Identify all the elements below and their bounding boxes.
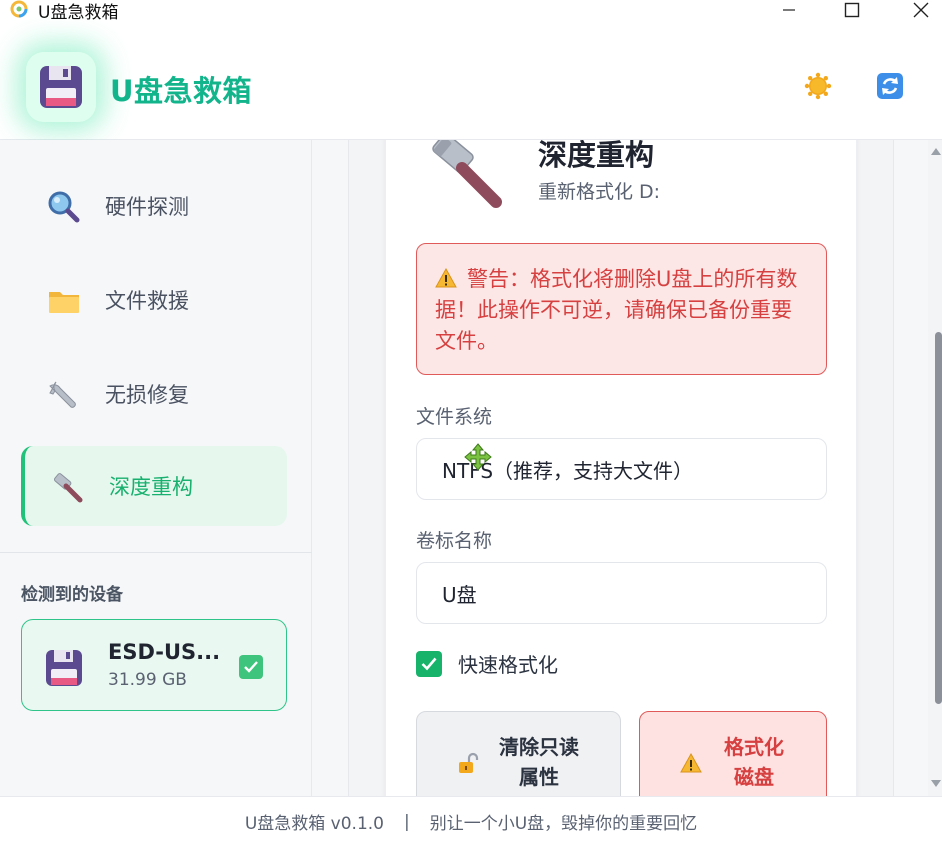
warning-box: 警告：格式化将删除U盘上的所有数据！此操作不可逆，请确保已备份重要文件。 bbox=[416, 243, 827, 375]
device-size: 31.99 GB bbox=[108, 670, 187, 690]
app-small-logo-icon bbox=[10, 0, 28, 18]
warning-message: 警告：格式化将删除U盘上的所有数据！此操作不可逆，请确保已备份重要文件。 bbox=[435, 267, 798, 353]
warning-icon bbox=[680, 752, 702, 773]
footer-separator: | bbox=[403, 811, 410, 832]
devices-heading: 检测到的设备 bbox=[21, 585, 123, 605]
clear-readonly-button[interactable]: 清除只读 属性 bbox=[416, 711, 621, 796]
device-card[interactable]: ESD-US... 31.99 GB bbox=[21, 619, 287, 711]
filesystem-label: 文件系统 bbox=[416, 406, 493, 428]
quick-format-label: 快速格式化 bbox=[458, 653, 558, 677]
scroll-down-arrow-icon[interactable] bbox=[931, 780, 941, 787]
app-header: U盘急救箱 bbox=[0, 30, 942, 140]
format-disk-label: 格式化 磁盘 bbox=[724, 735, 784, 789]
sidebar-item-label: 硬件探测 bbox=[105, 195, 189, 219]
window-titlebar: U盘急救箱 bbox=[0, 0, 942, 30]
close-button[interactable] bbox=[898, 0, 942, 20]
magnifier-icon bbox=[47, 190, 81, 224]
app-logo bbox=[26, 52, 96, 122]
minimize-button[interactable] bbox=[766, 0, 812, 20]
app-title: U盘急救箱 bbox=[110, 74, 253, 108]
sidebar-item-deep-rebuild[interactable]: 深度重构 bbox=[21, 446, 287, 526]
sidebar-item-hardware-detect[interactable]: 硬件探测 bbox=[21, 166, 287, 246]
footer-slogan: 别让一个小U盘，毁掉你的重要回忆 bbox=[429, 814, 698, 834]
floppy-disk-icon bbox=[46, 650, 82, 686]
close-icon bbox=[913, 2, 929, 18]
sidebar-item-label: 无损修复 bbox=[105, 383, 189, 407]
vertical-scrollbar[interactable] bbox=[928, 140, 942, 796]
check-icon bbox=[421, 657, 437, 670]
device-selected-check[interactable] bbox=[239, 655, 263, 679]
scroll-up-arrow-icon[interactable] bbox=[931, 148, 941, 155]
sidebar-divider bbox=[0, 552, 312, 553]
window-title: U盘急救箱 bbox=[38, 3, 119, 23]
wrench-icon bbox=[47, 378, 81, 412]
volume-label-input[interactable]: U盘 bbox=[416, 562, 827, 624]
check-icon bbox=[244, 661, 258, 673]
theme-toggle-button[interactable] bbox=[803, 71, 833, 101]
quick-format-checkbox[interactable] bbox=[416, 650, 442, 677]
section-subtitle: 重新格式化 D: bbox=[538, 181, 661, 203]
sun-icon bbox=[804, 72, 832, 100]
volume-label-label: 卷标名称 bbox=[416, 530, 493, 552]
minimize-icon bbox=[783, 9, 795, 11]
refresh-icon bbox=[877, 73, 903, 99]
sidebar-item-label: 文件救援 bbox=[105, 289, 189, 313]
hammer-icon bbox=[51, 470, 85, 504]
floppy-disk-icon bbox=[40, 66, 82, 108]
sidebar: 硬件探测 文件救援 无损修复 深度重构 检测到的设备 ESD-US... 31.… bbox=[0, 140, 312, 796]
warning-text: 警告：格式化将删除U盘上的所有数据！此操作不可逆，请确保已备份重要文件。 bbox=[435, 264, 808, 357]
main-panel: 深度重构 重新格式化 D: 警告：格式化将删除U盘上的所有数据！此操作不可逆，请… bbox=[312, 140, 928, 796]
warning-icon bbox=[435, 268, 457, 288]
refresh-button[interactable] bbox=[875, 71, 905, 101]
maximize-button[interactable] bbox=[829, 0, 875, 20]
scroll-thumb[interactable] bbox=[935, 332, 942, 704]
section-title: 深度重构 bbox=[538, 140, 655, 172]
clear-readonly-label: 清除只读 属性 bbox=[499, 735, 579, 789]
app-footer: U盘急救箱 v0.1.0 | 别让一个小U盘，毁掉你的重要回忆 bbox=[0, 796, 942, 846]
device-name: ESD-US... bbox=[108, 640, 221, 664]
volume-label-value: U盘 bbox=[442, 582, 477, 607]
folder-icon bbox=[47, 284, 81, 318]
unlock-icon bbox=[459, 752, 479, 773]
maximize-icon bbox=[844, 2, 860, 18]
format-disk-button[interactable]: 格式化 磁盘 bbox=[639, 711, 827, 796]
move-cursor-icon bbox=[464, 443, 492, 471]
sidebar-item-label: 深度重构 bbox=[109, 475, 193, 499]
footer-version: U盘急救箱 v0.1.0 bbox=[244, 814, 384, 834]
quick-format-option[interactable]: 快速格式化 bbox=[416, 649, 558, 678]
hammer-icon bbox=[432, 140, 502, 208]
sidebar-item-lossless-repair[interactable]: 无损修复 bbox=[21, 354, 287, 434]
sidebar-item-file-rescue[interactable]: 文件救援 bbox=[21, 260, 287, 340]
